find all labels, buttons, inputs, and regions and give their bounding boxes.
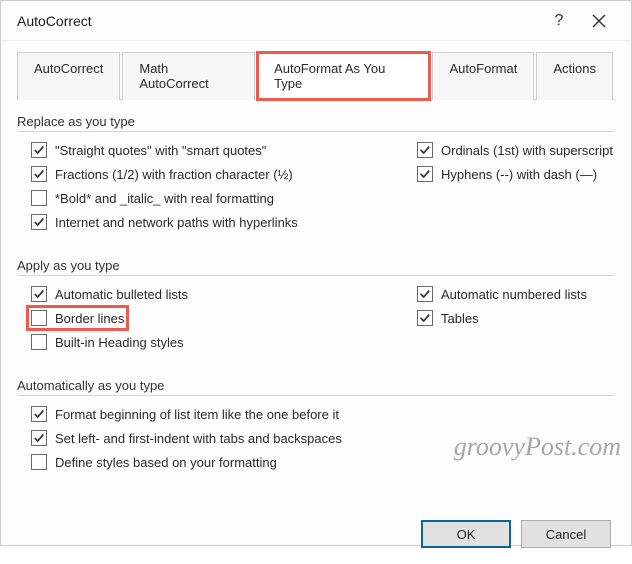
checkbox-box <box>31 334 47 350</box>
checkbox-option[interactable]: Internet and network paths with hyperlin… <box>31 214 298 230</box>
checkbox-option[interactable]: Define styles based on your formatting <box>31 454 277 470</box>
checkbox-label: Border lines <box>55 311 124 326</box>
checkbox-label: Fractions (1/2) with fraction character … <box>55 167 293 182</box>
checkbox-box <box>31 430 47 446</box>
checkbox-label: Automatic bulleted lists <box>55 287 188 302</box>
checkbox-box <box>417 142 433 158</box>
help-button[interactable]: ? <box>539 1 579 41</box>
check-icon <box>419 144 431 156</box>
checkbox-label: Set left- and first-indent with tabs and… <box>55 431 342 446</box>
section-header: Replace as you type <box>17 114 615 132</box>
dialog-buttons: OK Cancel <box>1 508 631 564</box>
dialog-content: AutoCorrect Math AutoCorrect AutoFormat As… <box>1 41 631 508</box>
check-icon <box>33 408 45 420</box>
check-icon <box>33 288 45 300</box>
checkbox-option[interactable]: Automatic numbered lists <box>417 286 587 302</box>
cancel-button[interactable]: Cancel <box>521 520 611 548</box>
section-header: Apply as you type <box>17 258 615 276</box>
tab-strip: AutoCorrect Math AutoCorrect AutoFormat As… <box>17 51 615 100</box>
checkbox-label: Internet and network paths with hyperlin… <box>55 215 298 230</box>
checkbox-option[interactable]: Border lines <box>31 310 124 326</box>
checkbox-option[interactable]: Built-in Heading styles <box>31 334 184 350</box>
checkbox-label: *Bold* and _italic_ with real formatting <box>55 191 274 206</box>
checkbox-label: Hyphens (--) with dash (—) <box>441 167 597 182</box>
checkbox-option[interactable]: Set left- and first-indent with tabs and… <box>31 430 342 446</box>
tab-autoformat[interactable]: AutoFormat <box>432 52 534 100</box>
tab-label: AutoCorrect <box>34 61 103 76</box>
options-sections: Replace as you type "Straight quotes" wit… <box>17 114 615 478</box>
tab-autoformat-as-you-type[interactable]: AutoFormat As You Type <box>257 52 430 100</box>
checkbox-box <box>31 454 47 470</box>
checkbox-box <box>417 166 433 182</box>
checkbox-box <box>31 214 47 230</box>
titlebar: AutoCorrect ? <box>1 1 631 41</box>
checkbox-label: Built-in Heading styles <box>55 335 184 350</box>
tab-label: Actions <box>553 61 596 76</box>
checkbox-option[interactable]: Hyphens (--) with dash (—) <box>417 166 597 182</box>
checkbox-box <box>31 286 47 302</box>
checkbox-option[interactable]: Fractions (1/2) with fraction character … <box>31 166 293 182</box>
tab-label: AutoFormat As You Type <box>274 61 385 91</box>
checkbox-box <box>31 406 47 422</box>
checkbox-label: Tables <box>441 311 479 326</box>
ok-button[interactable]: OK <box>421 520 511 548</box>
checkbox-label: Ordinals (1st) with superscript <box>441 143 613 158</box>
check-icon <box>419 168 431 180</box>
checkbox-option[interactable]: *Bold* and _italic_ with real formatting <box>31 190 274 206</box>
checkbox-box <box>31 310 47 326</box>
section-replace: Replace as you type "Straight quotes" wit… <box>17 114 615 238</box>
autocorrect-dialog: AutoCorrect ? AutoCorrect Math AutoCorrec… <box>0 0 632 546</box>
section-apply: Apply as you type Automatic bulleted list… <box>17 258 615 358</box>
tab-autocorrect[interactable]: AutoCorrect <box>17 52 120 100</box>
checkbox-label: Automatic numbered lists <box>441 287 587 302</box>
checkbox-option[interactable]: Format beginning of list item like the o… <box>31 406 339 422</box>
check-icon <box>419 312 431 324</box>
checkbox-box <box>31 142 47 158</box>
checkbox-label: Define styles based on your formatting <box>55 455 277 470</box>
tab-math-autocorrect[interactable]: Math AutoCorrect <box>122 52 255 100</box>
check-icon <box>419 288 431 300</box>
check-icon <box>33 216 45 228</box>
check-icon <box>33 144 45 156</box>
checkbox-option[interactable]: "Straight quotes" with "smart quotes" <box>31 142 266 158</box>
checkbox-option[interactable]: Automatic bulleted lists <box>31 286 188 302</box>
checkbox-label: "Straight quotes" with "smart quotes" <box>55 143 266 158</box>
checkbox-option[interactable]: Tables <box>417 310 479 326</box>
section-header: Automatically as you type <box>17 378 615 396</box>
close-button[interactable] <box>579 1 619 41</box>
checkbox-box <box>31 190 47 206</box>
close-icon <box>592 14 606 28</box>
dialog-title: AutoCorrect <box>17 13 539 29</box>
checkbox-box <box>417 310 433 326</box>
check-icon <box>33 168 45 180</box>
checkbox-box <box>417 286 433 302</box>
tab-label: AutoFormat <box>449 61 517 76</box>
checkbox-label: Format beginning of list item like the o… <box>55 407 339 422</box>
checkbox-option[interactable]: Ordinals (1st) with superscript <box>417 142 613 158</box>
section-auto: Automatically as you type Format beginnin… <box>17 378 615 478</box>
tab-actions[interactable]: Actions <box>536 52 613 100</box>
tab-label: Math AutoCorrect <box>139 61 208 91</box>
checkbox-box <box>31 166 47 182</box>
check-icon <box>33 432 45 444</box>
